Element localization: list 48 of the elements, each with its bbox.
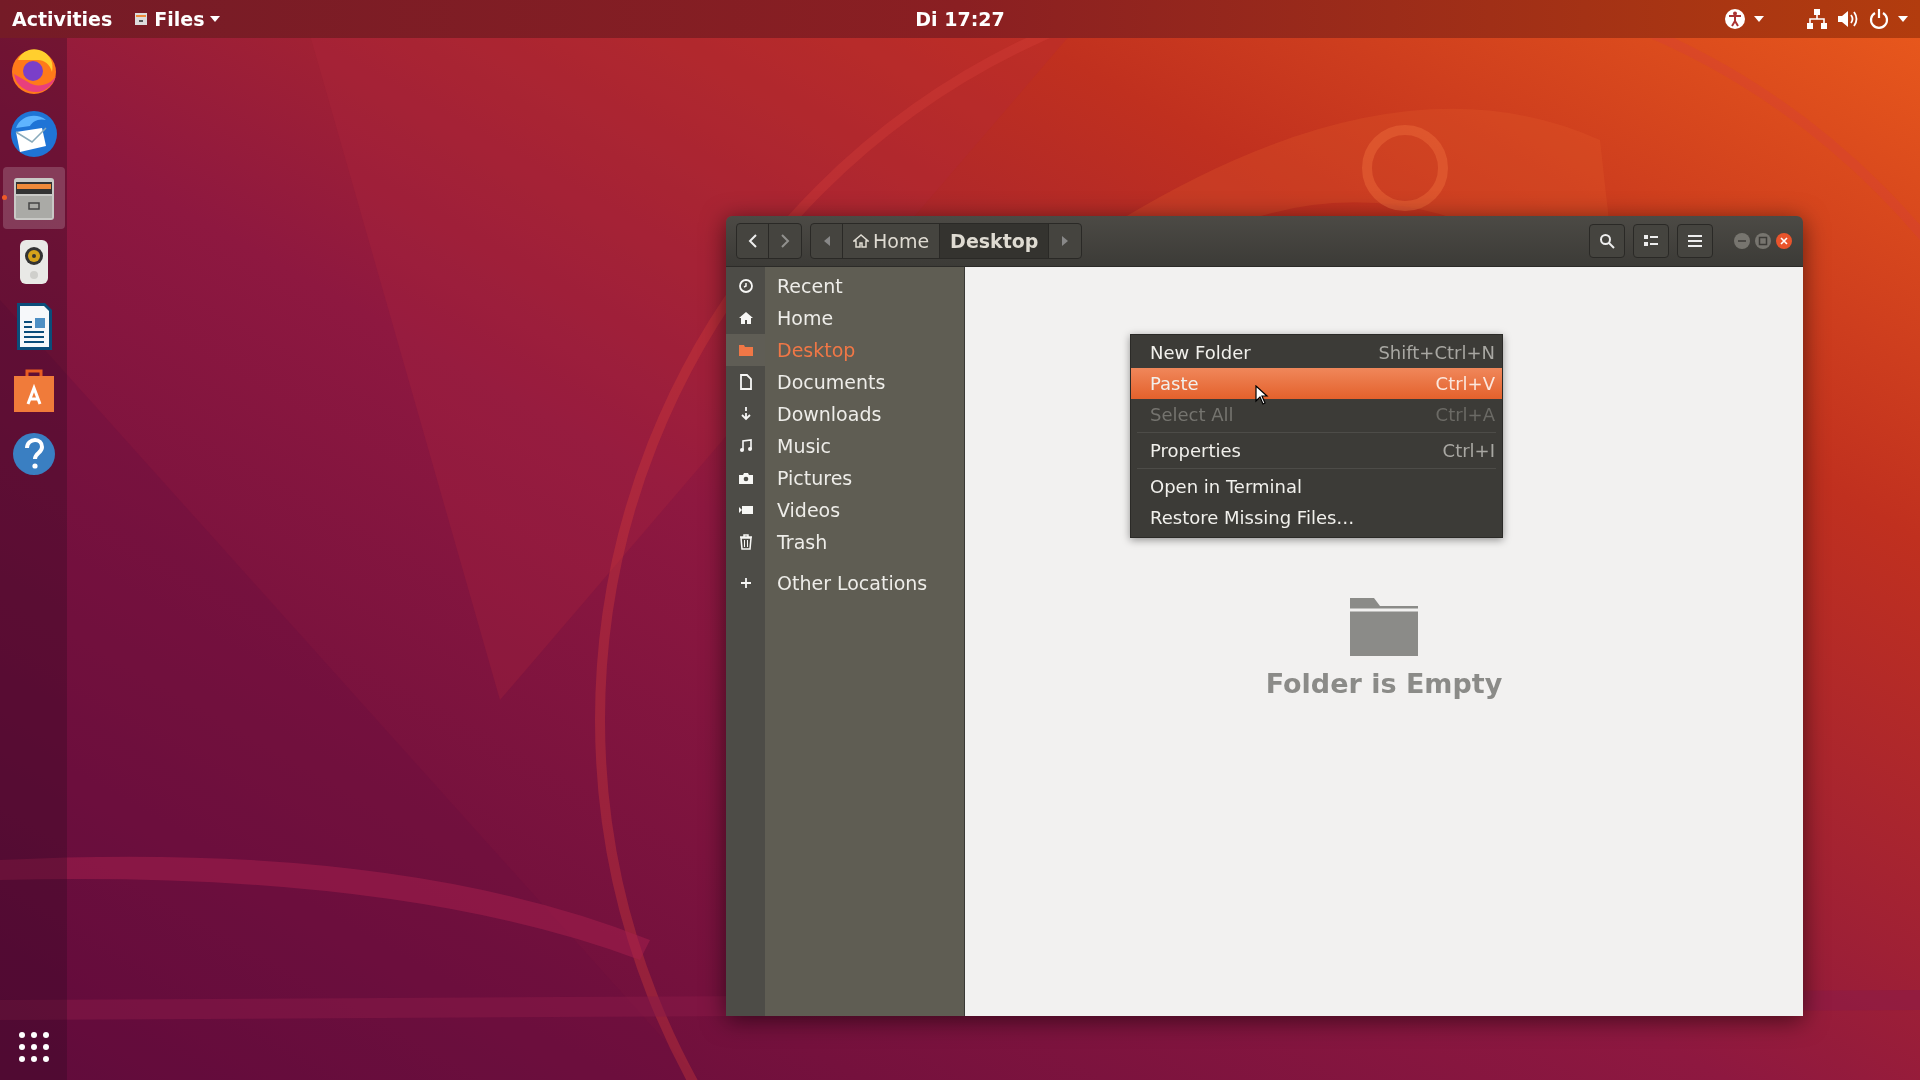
back-icon — [747, 234, 758, 248]
network-icon[interactable] — [1806, 8, 1828, 30]
menu-item[interactable]: Restore Missing Files… — [1131, 502, 1502, 533]
sidebar-item[interactable]: Downloads — [777, 403, 882, 425]
file-cabinet-icon — [134, 12, 149, 26]
menu-item[interactable]: New Folder Shift+Ctrl+N — [1131, 337, 1502, 368]
sidebar-item[interactable]: Recent — [777, 275, 843, 297]
close-icon[interactable] — [1775, 232, 1793, 250]
sidebar-item[interactable]: Trash — [777, 531, 828, 553]
search-button[interactable] — [1589, 224, 1625, 258]
empty-folder-message: Folder is Empty — [1265, 668, 1503, 699]
home-icon — [737, 310, 754, 326]
list-view-icon — [1644, 235, 1658, 247]
right-triangle-icon — [1062, 236, 1069, 246]
camera-icon — [737, 470, 754, 486]
clock-icon — [737, 278, 754, 294]
clock[interactable]: Di 17:27 — [915, 8, 1005, 30]
sidebar-item[interactable]: Home — [777, 307, 834, 329]
music-note-icon — [737, 438, 754, 454]
document-icon — [737, 374, 754, 390]
menu-icon — [1688, 235, 1702, 247]
caret-icon — [210, 16, 221, 22]
cursor-icon — [1255, 385, 1269, 405]
app-grid-icon[interactable] — [18, 1032, 49, 1062]
menu-item[interactable]: Properties Ctrl+I — [1131, 435, 1502, 466]
sidebar-item[interactable]: Documents — [777, 371, 886, 393]
volume-icon[interactable] — [1836, 8, 1860, 30]
power-icon[interactable] — [1868, 8, 1890, 30]
folder-icon — [737, 342, 754, 358]
home-icon — [853, 233, 869, 249]
sidebar-item[interactable]: Videos — [777, 499, 841, 521]
accessibility-icon[interactable] — [1724, 8, 1746, 30]
caret-icon[interactable] — [1898, 16, 1908, 22]
caret-icon[interactable] — [1754, 16, 1764, 22]
app-menu[interactable]: Files — [134, 8, 221, 30]
forward-icon — [780, 234, 790, 248]
sidebar-item[interactable]: Music — [777, 435, 832, 457]
left-triangle-icon — [823, 236, 830, 246]
path-button[interactable]: Desktop — [940, 224, 1050, 258]
running-indicator — [1, 195, 7, 200]
menu-item[interactable]: Open in Terminal — [1131, 471, 1502, 502]
menu-button[interactable] — [1677, 224, 1713, 258]
sidebar-item[interactable]: Pictures — [777, 467, 853, 489]
view-toggle-button[interactable] — [1633, 224, 1669, 258]
trash-icon — [737, 534, 754, 550]
activities-button[interactable]: Activities — [12, 8, 113, 30]
sidebar-item[interactable]: Other Locations — [777, 572, 928, 594]
search-icon — [1599, 233, 1615, 249]
